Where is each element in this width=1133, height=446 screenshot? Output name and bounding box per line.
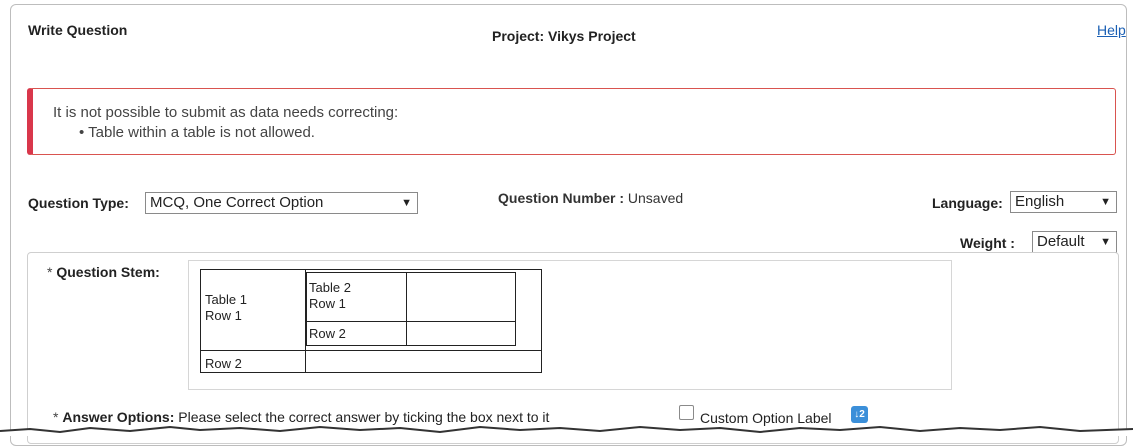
help-link[interactable]: Help (1097, 22, 1126, 38)
question-stem-label: * Question Stem: (47, 264, 160, 280)
inner-cell-row2[interactable]: Row 2 (309, 326, 346, 342)
sort-numeric-icon[interactable]: ↓2 (851, 406, 868, 423)
answer-options-label-text: Answer Options: (62, 409, 175, 425)
weight-select[interactable]: Default ▼ (1032, 231, 1117, 253)
question-type-label: Question Type: (28, 195, 129, 211)
panel-title: Write Question (28, 22, 128, 38)
outer-cell-row2[interactable]: Row 2 (205, 356, 242, 372)
torn-edge (0, 425, 1133, 436)
language-label: Language: (932, 195, 1003, 211)
inner-table-col-divider (406, 272, 407, 346)
weight-label: Weight : (960, 235, 1015, 251)
chevron-down-icon: ▼ (1100, 196, 1111, 208)
question-number: Question Number : Unsaved (498, 190, 683, 206)
answer-options-label: * Answer Options: Please select the corr… (53, 409, 549, 425)
validation-alert: It is not possible to submit as data nee… (27, 88, 1116, 155)
question-stem-label-text: Question Stem: (56, 264, 160, 280)
outer-table-row-divider (200, 350, 542, 351)
weight-value: Default (1037, 233, 1085, 250)
inner-cell-row1[interactable]: Table 2 Row 1 (309, 280, 351, 312)
language-select[interactable]: English ▼ (1010, 191, 1117, 213)
alert-error-item: Table within a table is not allowed. (79, 124, 315, 141)
custom-option-label-checkbox[interactable] (679, 405, 694, 420)
alert-message: It is not possible to submit as data nee… (53, 104, 399, 121)
project-name: Project: Vikys Project (492, 28, 636, 44)
inner-table-row-divider (306, 321, 516, 322)
chevron-down-icon: ▼ (401, 197, 412, 209)
required-mark: * (53, 409, 59, 425)
required-mark: * (47, 264, 53, 280)
language-value: English (1015, 193, 1065, 210)
outer-cell-row1[interactable]: Table 1 Row 1 (205, 292, 247, 324)
answer-options-instruction: Please select the correct answer by tick… (178, 409, 550, 425)
question-number-value: Unsaved (627, 190, 684, 206)
question-type-select[interactable]: MCQ, One Correct Option ▼ (145, 192, 418, 214)
question-type-value: MCQ, One Correct Option (150, 194, 324, 211)
alert-error-list: Table within a table is not allowed. (79, 124, 315, 141)
chevron-down-icon: ▼ (1100, 236, 1111, 248)
question-number-label: Question Number : (498, 190, 625, 206)
